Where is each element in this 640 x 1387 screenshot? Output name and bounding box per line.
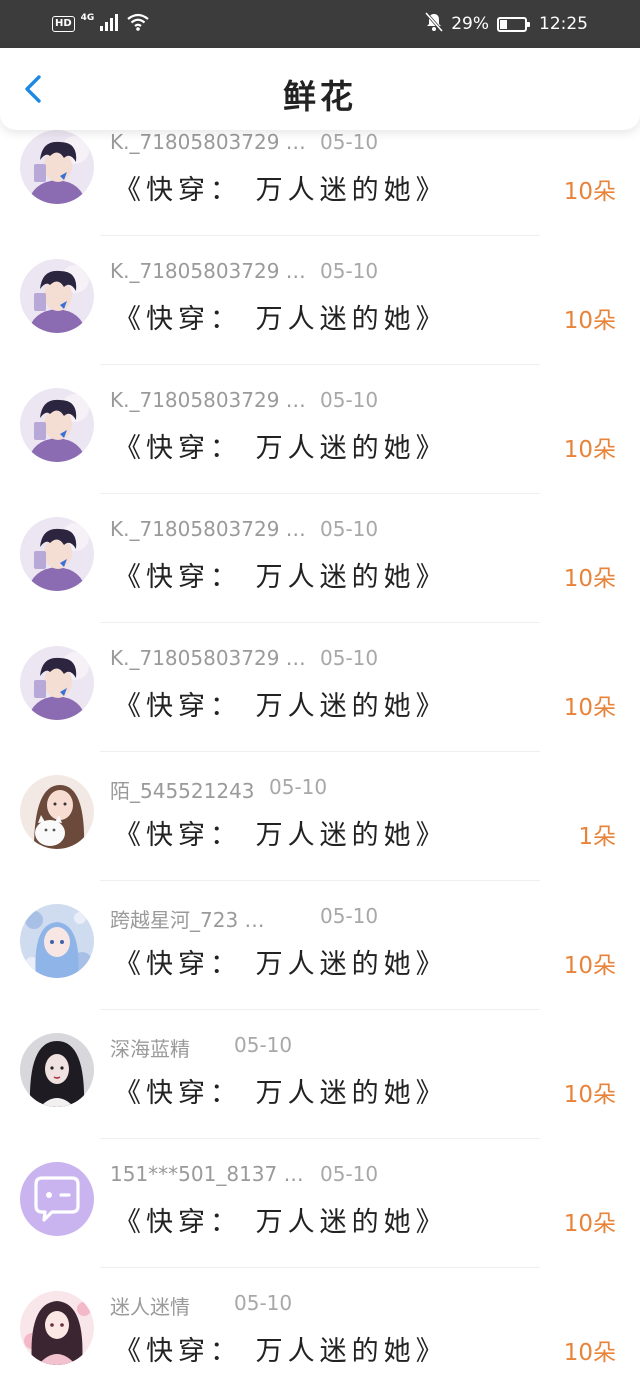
battery-icon	[497, 16, 530, 32]
avatar[interactable]	[20, 130, 94, 204]
date-label: 05-10	[320, 517, 379, 541]
status-bar: HD 4G 29% 12:25	[0, 0, 640, 48]
flower-count: 10朵	[563, 1340, 616, 1366]
avatar[interactable]	[20, 259, 94, 333]
username: 陌_545521243	[110, 779, 255, 803]
row-divider	[100, 364, 540, 365]
book-title: 《快穿： 万人迷的她》	[114, 691, 448, 722]
flower-count: 10朵	[563, 308, 616, 334]
username: K._71805803729 …	[110, 130, 306, 154]
row-divider	[100, 622, 540, 623]
hd-badge: HD	[52, 16, 75, 32]
bell-muted-icon	[425, 11, 444, 37]
flower-count: 10朵	[563, 695, 616, 721]
avatar[interactable]	[20, 1291, 94, 1365]
list-item[interactable]: K._71805803729 … 05-10 《快穿： 万人迷的她》 10朵	[0, 253, 640, 382]
flower-count: 10朵	[563, 1082, 616, 1108]
nav-bar: 鲜花	[0, 48, 640, 130]
date-label: 05-10	[320, 259, 379, 283]
date-label: 05-10	[320, 1162, 379, 1186]
book-title: 《快穿： 万人迷的她》	[114, 304, 448, 335]
avatar[interactable]	[20, 517, 94, 591]
list-item[interactable]: 深海蓝精 05-10 《快穿： 万人迷的她》 10朵	[0, 1027, 640, 1156]
clock: 12:25	[539, 14, 588, 34]
flower-count: 10朵	[563, 953, 616, 979]
avatar[interactable]	[20, 1033, 94, 1107]
list-item[interactable]: 151***501_8137 … 05-10 《快穿： 万人迷的她》 10朵	[0, 1156, 640, 1285]
username: 跨越星河_723 …	[110, 908, 265, 932]
list-item[interactable]: 迷人迷情 05-10 《快穿： 万人迷的她》 10朵	[0, 1285, 640, 1387]
date-label: 05-10	[269, 775, 328, 799]
flower-count: 10朵	[563, 179, 616, 205]
date-label: 05-10	[320, 646, 379, 670]
flower-count: 10朵	[563, 437, 616, 463]
username: 深海蓝精	[110, 1037, 190, 1061]
battery-percent: 29%	[451, 14, 489, 34]
book-title: 《快穿： 万人迷的她》	[114, 433, 448, 464]
username: K._71805803729 …	[110, 259, 306, 283]
book-title: 《快穿： 万人迷的她》	[114, 1336, 448, 1367]
flower-count: 10朵	[563, 1211, 616, 1237]
signal-icon	[100, 13, 120, 35]
row-divider	[100, 1009, 540, 1010]
avatar[interactable]	[20, 775, 94, 849]
avatar[interactable]	[20, 1162, 94, 1236]
date-label: 05-10	[234, 1291, 293, 1315]
page-title: 鲜花	[283, 77, 357, 116]
avatar[interactable]	[20, 646, 94, 720]
avatar[interactable]	[20, 904, 94, 978]
book-title: 《快穿： 万人迷的她》	[114, 1078, 448, 1109]
battery-level	[500, 19, 507, 29]
row-divider	[100, 751, 540, 752]
list-item[interactable]: K._71805803729 … 05-10 《快穿： 万人迷的她》 10朵	[0, 640, 640, 769]
row-divider	[100, 493, 540, 494]
flower-list[interactable]: K._71805803729 … 05-10 《快穿： 万人迷的她》 10朵 K._71…	[0, 130, 640, 1387]
list-item[interactable]: 跨越星河_723 … 05-10 《快穿： 万人迷的她》 10朵	[0, 898, 640, 1027]
book-title: 《快穿： 万人迷的她》	[114, 949, 448, 980]
row-divider	[100, 1267, 540, 1268]
status-bar-right: 29% 12:25	[425, 11, 588, 37]
username: 迷人迷情	[110, 1295, 190, 1319]
username: 151***501_8137 …	[110, 1162, 304, 1186]
date-label: 05-10	[234, 1033, 293, 1057]
username: K._71805803729 …	[110, 517, 306, 541]
wifi-icon	[126, 13, 150, 35]
list-item[interactable]: K._71805803729 … 05-10 《快穿： 万人迷的她》 10朵	[0, 382, 640, 511]
date-label: 05-10	[320, 388, 379, 412]
book-title: 《快穿： 万人迷的她》	[114, 562, 448, 593]
book-title: 《快穿： 万人迷的她》	[114, 175, 448, 206]
list-item[interactable]: K._71805803729 … 05-10 《快穿： 万人迷的她》 10朵	[0, 511, 640, 640]
book-title: 《快穿： 万人迷的她》	[114, 820, 448, 851]
network-type: 4G	[80, 13, 95, 23]
row-divider	[100, 235, 540, 236]
status-bar-left: HD 4G	[52, 12, 150, 36]
row-divider	[100, 1138, 540, 1139]
date-label: 05-10	[320, 130, 379, 154]
flower-count: 10朵	[563, 566, 616, 592]
row-divider	[100, 880, 540, 881]
list-item[interactable]: 陌_545521243 05-10 《快穿： 万人迷的她》 1朵	[0, 769, 640, 898]
avatar[interactable]	[20, 388, 94, 462]
book-title: 《快穿： 万人迷的她》	[114, 1207, 448, 1238]
list-item[interactable]: K._71805803729 … 05-10 《快穿： 万人迷的她》 10朵	[0, 130, 640, 253]
date-label: 05-10	[320, 904, 379, 928]
flower-count: 1朵	[578, 824, 616, 850]
username: K._71805803729 …	[110, 388, 306, 412]
username: K._71805803729 …	[110, 646, 306, 670]
